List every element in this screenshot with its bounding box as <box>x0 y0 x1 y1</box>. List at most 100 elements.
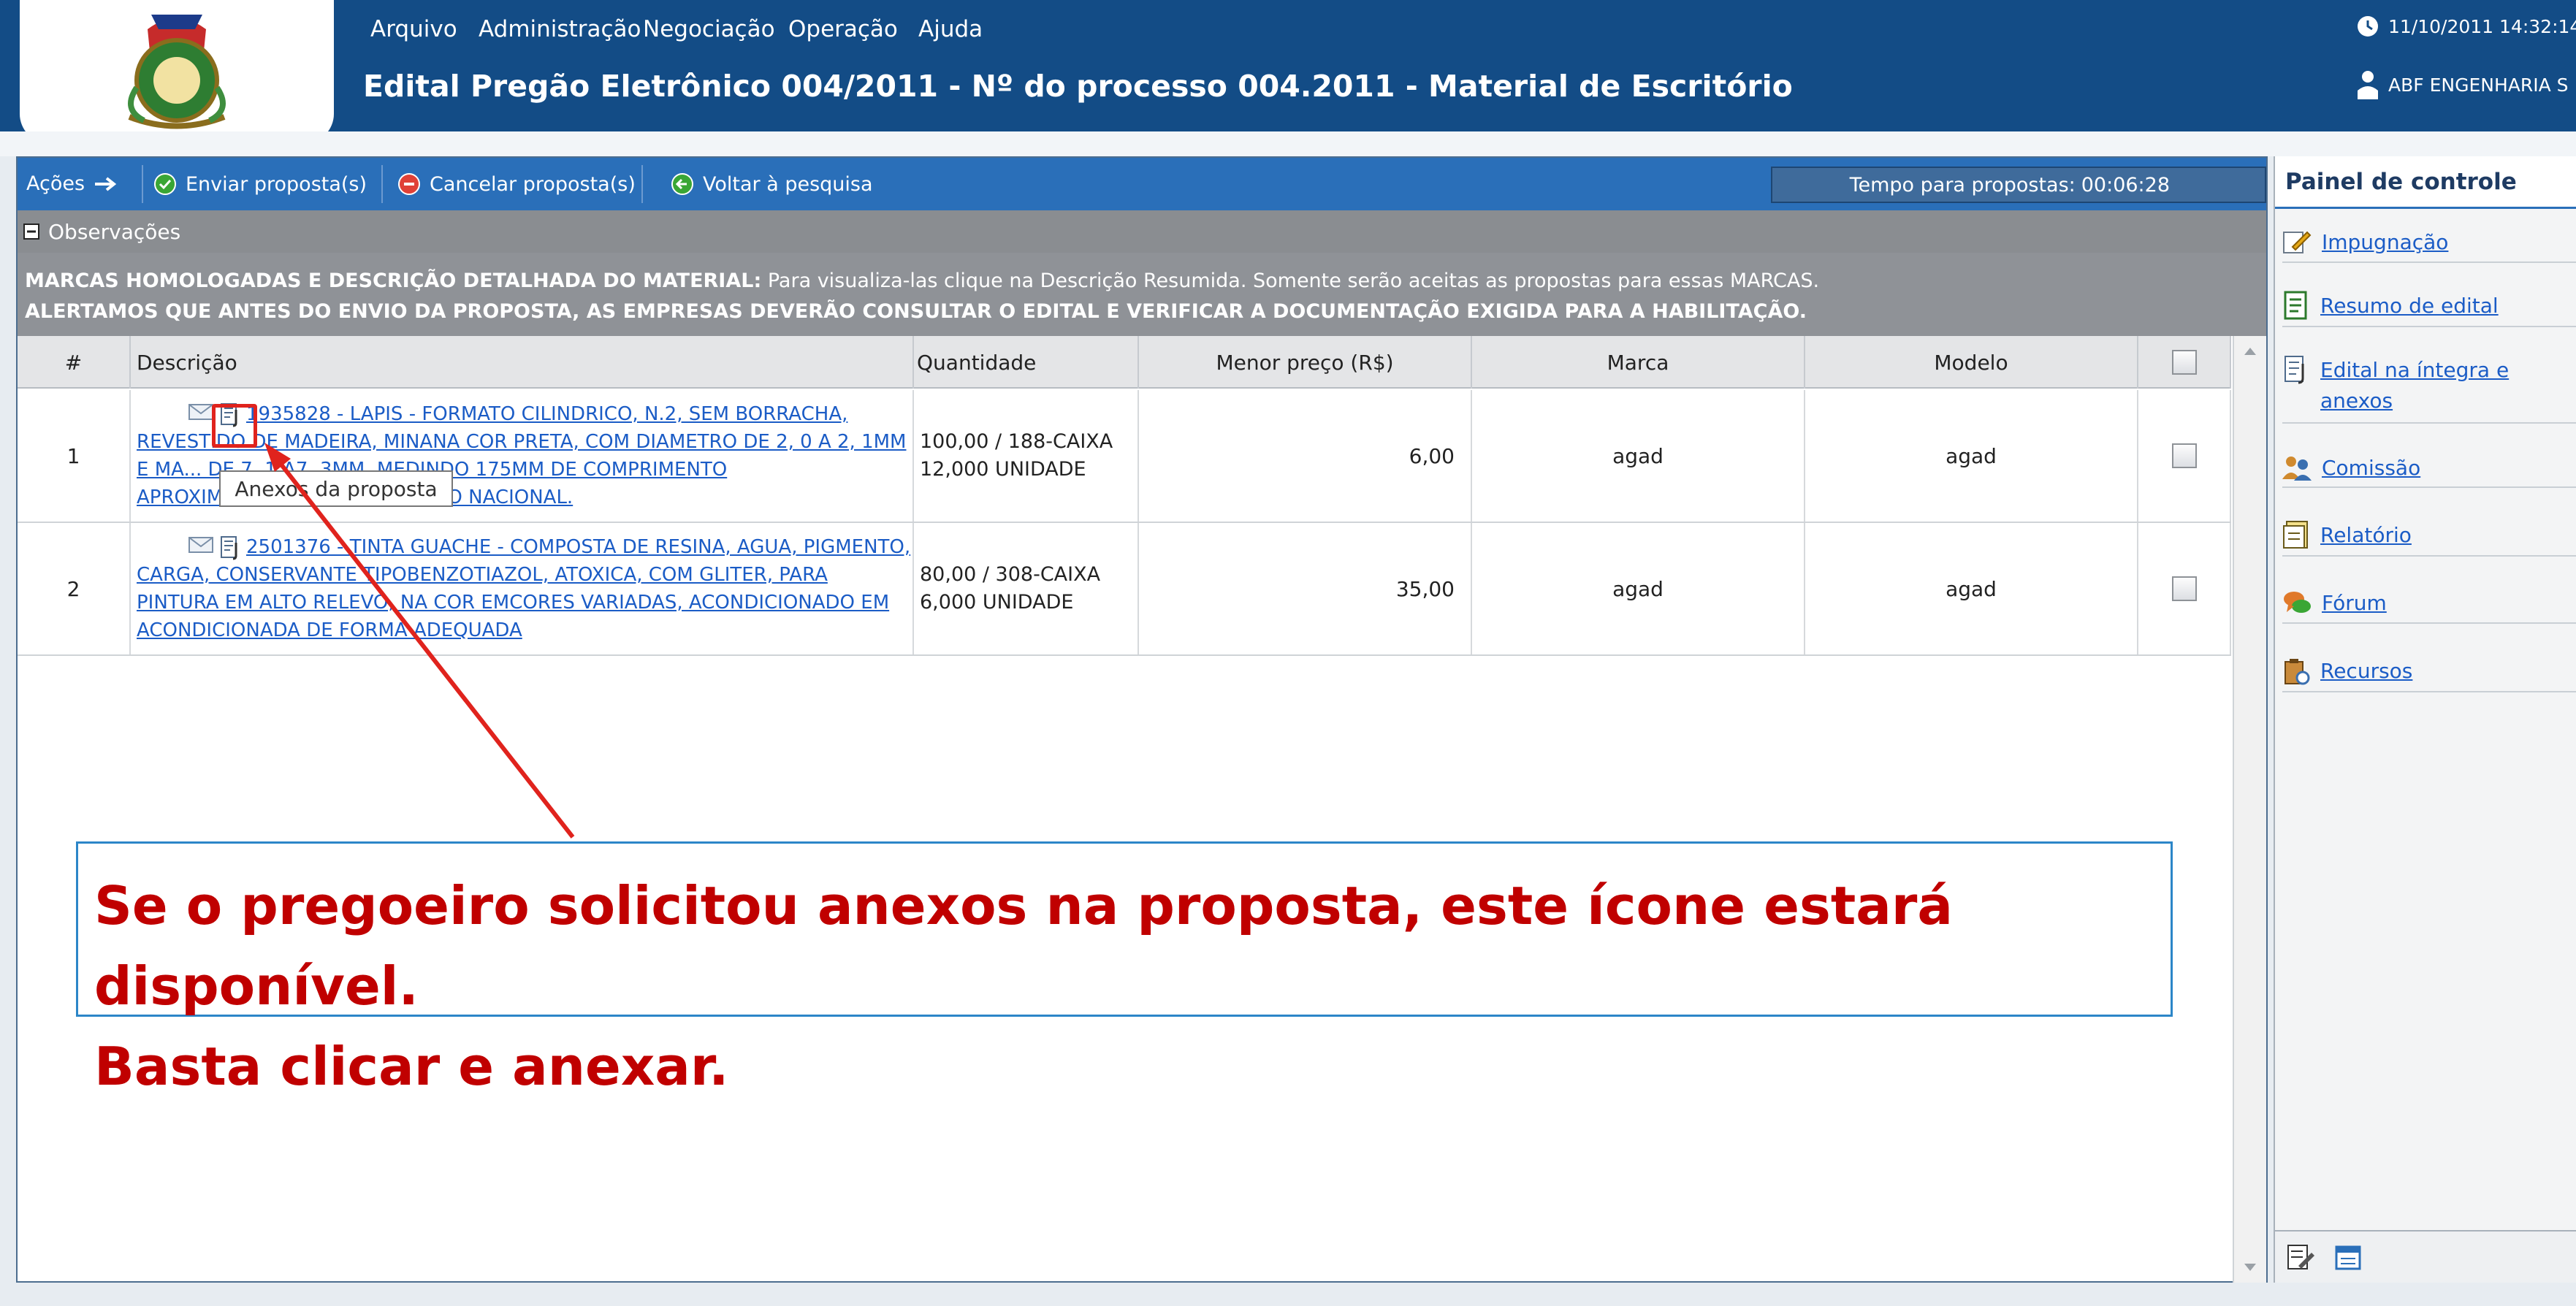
col-header-description: Descrição <box>131 336 914 389</box>
menu-ajuda[interactable]: Ajuda <box>918 16 983 42</box>
toolbar-separator <box>641 165 643 203</box>
grid-scrollbar[interactable] <box>2233 336 2266 1283</box>
menu-administracao[interactable]: Administração <box>479 16 641 42</box>
col-header-quantity: Quantidade <box>914 336 1139 389</box>
datetime-text: 11/10/2011 14:32:14 <box>2388 15 2576 37</box>
panel-link-resumo[interactable]: Resumo de edital <box>2320 294 2499 318</box>
check-icon <box>153 172 177 196</box>
datetime-display: 11/10/2011 14:32:14 <box>2356 15 2576 38</box>
cancel-icon <box>397 172 421 196</box>
header-subbar <box>0 131 2576 156</box>
panel-link-relatorio[interactable]: Relatório <box>2320 523 2412 547</box>
item-description-link[interactable]: 2501376 - TINTA GUACHE - COMPOSTA DE RES… <box>137 536 910 641</box>
arrow-right-icon <box>94 175 120 193</box>
attachment-highlight <box>212 404 257 448</box>
panel-item-impugnacao[interactable]: Impugnação <box>2282 222 2576 263</box>
cancel-proposal-label: Cancelar proposta(s) <box>430 172 636 196</box>
back-arrow-icon <box>671 172 694 196</box>
actions-label: Ações <box>26 172 85 195</box>
panel-item-resumo[interactable]: Resumo de edital <box>2282 285 2576 327</box>
callout-line1: Se o pregoeiro solicitou anexos na propo… <box>94 875 1953 1017</box>
collapse-icon <box>23 224 39 240</box>
row-checkbox[interactable] <box>2171 443 2197 468</box>
quantity-line2: 6,000 UNIDADE <box>920 591 1074 614</box>
report-icon <box>2282 520 2310 549</box>
instruction-callout: Se o pregoeiro solicitou anexos na propo… <box>76 841 2173 1097</box>
description-cell: 2501376 - TINTA GUACHE - COMPOSTA DE RES… <box>131 523 914 654</box>
row-checkbox[interactable] <box>2171 576 2197 601</box>
observations-line1-rest: Para visualiza-las clique na Descrição R… <box>761 270 1820 292</box>
quantity-line1: 100,00 / 188-CAIXA <box>920 430 1113 453</box>
user-icon <box>2356 70 2379 99</box>
panel-link-impugnacao[interactable]: Impugnação <box>2322 230 2448 254</box>
table-row: 2 2501376 - TINTA GUACHE - COMPOSTA DE R… <box>18 523 2231 656</box>
menu-arquivo[interactable]: Arquivo <box>370 16 457 42</box>
email-icon[interactable] <box>188 402 214 427</box>
observations-line1-bold: MARCAS HOMOLOGADAS E DESCRIÇÃO DETALHADA… <box>25 270 762 292</box>
select-all-checkbox[interactable] <box>2171 350 2197 375</box>
model-cell[interactable]: agad <box>1805 523 2138 654</box>
attachment-tooltip: Anexos da proposta <box>219 470 453 507</box>
callout-line2: Basta clicar e anexar. <box>94 1036 729 1097</box>
toolbar-separator <box>142 165 143 203</box>
clock-icon <box>2356 15 2379 38</box>
timer-label: Tempo para propostas: <box>1849 173 2076 196</box>
panel-link-forum[interactable]: Fórum <box>2322 591 2387 615</box>
observations-toggle[interactable]: Observações <box>18 210 2266 253</box>
price-cell[interactable]: 6,00 <box>1139 390 1472 522</box>
attachment-icon[interactable] <box>220 535 242 560</box>
actions-toolbar: Ações Enviar proposta(s) Cancelar propos… <box>18 158 2266 210</box>
select-cell <box>2138 523 2231 654</box>
row-number: 2 <box>18 523 131 654</box>
logo <box>20 0 334 143</box>
document-summary-icon <box>2282 291 2310 320</box>
panel-item-edital-integra[interactable]: Edital na íntegra e anexos <box>2282 349 2576 424</box>
main-frame: Ações Enviar proposta(s) Cancelar propos… <box>16 156 2268 1283</box>
brand-cell[interactable]: agad <box>1472 390 1805 522</box>
observations-text: MARCAS HOMOLOGADAS E DESCRIÇÃO DETALHADA… <box>18 253 2266 336</box>
back-to-search-button[interactable]: Voltar à pesquisa <box>671 172 873 196</box>
col-header-number: # <box>18 336 131 389</box>
users-group-icon <box>2282 454 2312 481</box>
quantity-line1: 80,00 / 308-CAIXA <box>920 563 1101 586</box>
send-proposal-button[interactable]: Enviar proposta(s) <box>153 172 367 196</box>
actions-menu[interactable]: Ações <box>26 172 120 195</box>
send-proposal-label: Enviar proposta(s) <box>186 172 367 196</box>
panel-item-relatorio[interactable]: Relatório <box>2282 514 2576 557</box>
panel-item-comissao[interactable]: Comissão <box>2282 448 2576 488</box>
panel-link-comissao[interactable]: Comissão <box>2322 456 2420 480</box>
edital-attachment-icon <box>2282 355 2310 384</box>
row-number: 1 <box>18 390 131 522</box>
quantity-cell: 100,00 / 188-CAIXA 12,000 UNIDADE <box>914 390 1139 522</box>
quantity-line2: 12,000 UNIDADE <box>920 458 1086 481</box>
col-header-select <box>2138 336 2231 389</box>
brand-cell[interactable]: agad <box>1472 523 1805 654</box>
model-cell[interactable]: agad <box>1805 390 2138 522</box>
menu-negociacao[interactable]: Negociação <box>643 16 775 42</box>
proposal-timer: Tempo para propostas: 00:06:28 <box>1771 167 2266 203</box>
panel-footer <box>2275 1230 2576 1283</box>
calendar-icon[interactable] <box>2333 1242 2363 1272</box>
edit-view-icon[interactable] <box>2287 1242 2316 1272</box>
toolbar-separator <box>381 165 383 203</box>
col-header-model: Modelo <box>1805 336 2138 389</box>
panel-item-recursos[interactable]: Recursos <box>2282 650 2576 692</box>
appeals-icon <box>2282 656 2310 685</box>
control-panel: Painel de controle Impugnação Resumo de … <box>2274 156 2576 1283</box>
col-header-brand: Marca <box>1472 336 1805 389</box>
bottom-strip <box>0 1283 2576 1306</box>
back-to-search-label: Voltar à pesquisa <box>703 172 873 196</box>
cancel-proposal-button[interactable]: Cancelar proposta(s) <box>397 172 636 196</box>
company-name: ABF ENGENHARIA S <box>2388 74 2569 96</box>
select-cell <box>2138 390 2231 522</box>
panel-title: Painel de controle <box>2275 156 2576 209</box>
panel-item-forum[interactable]: Fórum <box>2282 583 2576 624</box>
panel-link-recursos[interactable]: Recursos <box>2320 659 2412 683</box>
observations-label: Observações <box>48 219 181 244</box>
menu-operacao[interactable]: Operação <box>788 16 898 42</box>
grid-header: # Descrição Quantidade Menor preço (R$) … <box>18 336 2231 389</box>
edit-pencil-icon <box>2282 228 2312 256</box>
price-cell[interactable]: 35,00 <box>1139 523 1472 654</box>
panel-link-edital-integra[interactable]: Edital na íntegra e anexos <box>2320 355 2576 416</box>
email-icon[interactable] <box>188 535 214 560</box>
